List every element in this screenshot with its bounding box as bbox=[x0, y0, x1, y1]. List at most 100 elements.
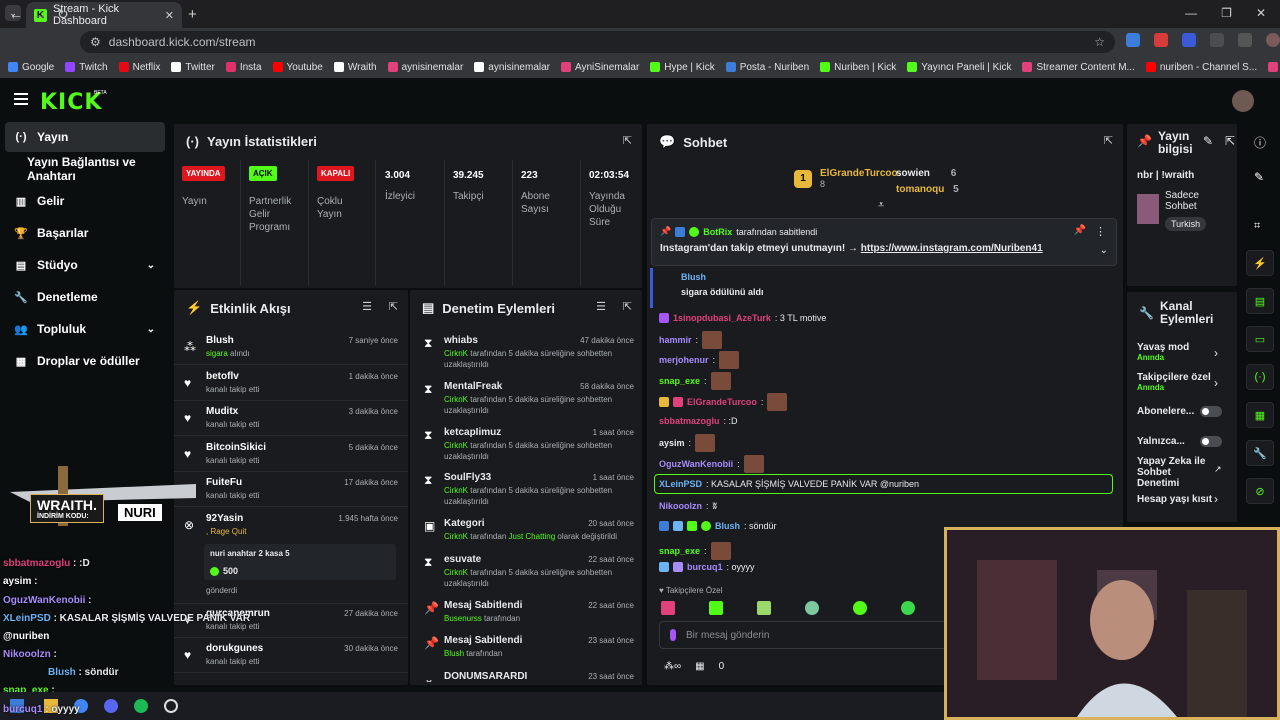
extension-icon[interactable] bbox=[1182, 33, 1196, 47]
extension-icon[interactable] bbox=[1154, 33, 1168, 47]
edit-icon[interactable]: ✎ bbox=[1254, 170, 1264, 184]
quick-action-broadcast[interactable]: (·) bbox=[1246, 364, 1274, 390]
sidebar-item-studyo[interactable]: ▤ Stüdyo ⌄ bbox=[5, 250, 165, 280]
bookmark-item[interactable]: Posta - Nuriben bbox=[725, 62, 809, 73]
emote-icon[interactable] bbox=[901, 601, 915, 615]
chat-user[interactable]: snap_exe bbox=[659, 546, 700, 556]
bookmark-item[interactable]: Twitter bbox=[171, 62, 215, 73]
unpin-icon[interactable]: 📌 bbox=[1074, 225, 1086, 236]
user-avatar[interactable] bbox=[1232, 90, 1254, 112]
bookmark-item[interactable]: Nuriben | Kick bbox=[820, 62, 896, 73]
info-icon[interactable]: ⓘ bbox=[1254, 134, 1266, 151]
quick-action-chat[interactable]: ▭ bbox=[1246, 326, 1274, 352]
sidebar-item-droplar[interactable]: ▦ Droplar ve ödüller bbox=[5, 346, 165, 376]
maximize-icon[interactable]: ❐ bbox=[1221, 6, 1232, 20]
emote-icon[interactable] bbox=[757, 601, 771, 615]
tab-close-icon[interactable]: ✕ bbox=[165, 9, 174, 22]
chat-user[interactable]: snap_exe bbox=[659, 376, 700, 386]
emote-only-toggle[interactable] bbox=[1200, 436, 1222, 447]
filter-down-icon[interactable]: ⩡ bbox=[878, 199, 884, 212]
quick-action-lightning[interactable]: ⚡ bbox=[1246, 250, 1274, 276]
chevron-right-icon[interactable]: › bbox=[1214, 492, 1218, 506]
ai-moderation-action[interactable]: Yapay Zeka ile Sohbet Denetimi bbox=[1137, 456, 1215, 489]
quick-action-notes[interactable]: ▤ bbox=[1246, 288, 1274, 314]
reload-icon[interactable]: ↻ bbox=[57, 6, 69, 23]
points-icon[interactable]: ⁂∞ bbox=[664, 661, 681, 672]
expand-icon[interactable]: ⇱ bbox=[623, 300, 632, 313]
chat-user[interactable]: ElGrandeTurcoo bbox=[687, 397, 757, 407]
filter-icon[interactable]: ☰ bbox=[596, 300, 606, 313]
more-icon[interactable]: ⋮ bbox=[1095, 225, 1106, 238]
emote-icon[interactable] bbox=[709, 601, 723, 615]
pinned-link[interactable]: https://www.instagram.com/Nuriben41 bbox=[861, 243, 1043, 254]
extension-icon[interactable] bbox=[1126, 33, 1140, 47]
chat-user[interactable]: burcuq1 bbox=[687, 562, 723, 572]
emote-icon[interactable] bbox=[853, 601, 867, 615]
chat-user[interactable]: XLeinPSD bbox=[659, 479, 702, 489]
bookmark-item[interactable]: aynisinemalar bbox=[387, 62, 463, 73]
slow-mode-action[interactable]: Yavaş mod Anında bbox=[1137, 342, 1189, 362]
chat-user[interactable]: sbbatmazoglu bbox=[659, 416, 720, 426]
chevron-right-icon[interactable]: › bbox=[1214, 376, 1218, 390]
site-info-icon[interactable]: ⚙ bbox=[90, 35, 101, 49]
account-age-action[interactable]: Hesap yaşı kısıt bbox=[1137, 494, 1212, 505]
chevron-right-icon[interactable]: › bbox=[1214, 346, 1218, 360]
expand-icon[interactable]: ⇱ bbox=[1225, 134, 1235, 148]
extensions-puzzle-icon[interactable] bbox=[1210, 33, 1224, 47]
subs-only-toggle[interactable] bbox=[1200, 406, 1222, 417]
chat-user[interactable]: hammir bbox=[659, 335, 692, 345]
chat-user[interactable]: merjohenur bbox=[659, 355, 709, 365]
chat-user[interactable]: OguzWanKenobii bbox=[659, 459, 733, 469]
emote-icon[interactable] bbox=[661, 601, 675, 615]
browser-tab[interactable]: K Stream - Kick Dashboard ✕ bbox=[26, 2, 182, 28]
quick-action-mod[interactable]: ▦ bbox=[1246, 402, 1274, 428]
bookmark-item[interactable]: Wraith bbox=[333, 62, 377, 73]
filter-icon[interactable]: ☰ bbox=[362, 300, 372, 313]
emote-icon[interactable] bbox=[805, 601, 819, 615]
bookmark-item[interactable]: aynisinemalar bbox=[474, 62, 550, 73]
menu-hamburger-icon[interactable] bbox=[14, 93, 28, 108]
expand-icon[interactable]: ⇱ bbox=[1104, 134, 1113, 147]
mic-icon[interactable] bbox=[670, 629, 676, 641]
followers-only-action[interactable]: Takipçilere özel Anında bbox=[1137, 372, 1211, 392]
sidebar-item-denetleme[interactable]: 🔧 Denetleme bbox=[5, 282, 165, 312]
chat-user[interactable]: aysim bbox=[659, 438, 685, 448]
chevron-down-icon[interactable]: ⌄ bbox=[1100, 245, 1108, 256]
spotify-icon[interactable] bbox=[134, 699, 148, 713]
bookmark-item[interactable]: Yayıncı Paneli | Kick bbox=[907, 62, 1011, 73]
bookmark-item[interactable]: Youtube bbox=[272, 62, 323, 73]
forward-icon[interactable]: → bbox=[33, 6, 47, 22]
minimize-icon[interactable]: — bbox=[1185, 6, 1197, 20]
sidebar-item-gelir[interactable]: ▥ Gelir bbox=[5, 186, 165, 216]
chest-icon[interactable]: ▦ bbox=[695, 661, 704, 672]
external-link-icon[interactable]: ↗ bbox=[1214, 464, 1222, 475]
quick-action-tools[interactable]: 🔧 bbox=[1246, 440, 1274, 466]
discord-icon[interactable] bbox=[104, 699, 118, 713]
close-window-icon[interactable]: ✕ bbox=[1256, 6, 1266, 20]
crop-icon[interactable]: ⌗ bbox=[1254, 220, 1260, 233]
profile-icon[interactable] bbox=[1266, 33, 1280, 47]
back-icon[interactable]: ← bbox=[9, 6, 23, 22]
bookmark-item[interactable]: Aynı Sinemalar - Ça... bbox=[1268, 62, 1280, 73]
edit-icon[interactable]: ✎ bbox=[1203, 134, 1213, 148]
bookmark-item[interactable]: Twitch bbox=[65, 62, 108, 73]
bookmark-item[interactable]: Streamer Content M... bbox=[1022, 62, 1135, 73]
sidebar-item-yayin[interactable]: (·) Yayın bbox=[5, 122, 165, 152]
bookmark-item[interactable]: Netflix bbox=[118, 62, 160, 73]
sidepanel-icon[interactable] bbox=[1238, 33, 1252, 47]
bookmark-item[interactable]: AyniSinemalar bbox=[561, 62, 639, 73]
sidebar-item-topluluk[interactable]: 👥 Topluluk ⌄ bbox=[5, 314, 165, 344]
expand-icon[interactable]: ⇱ bbox=[389, 300, 398, 313]
new-tab-button[interactable]: + bbox=[188, 6, 197, 23]
chat-user[interactable]: Blush bbox=[715, 521, 740, 531]
chat-user[interactable]: Nikooolzn bbox=[659, 501, 702, 511]
bookmark-star-icon[interactable]: ☆ bbox=[1094, 35, 1105, 49]
address-bar[interactable]: ⚙ dashboard.kick.com/stream ☆ bbox=[80, 31, 1115, 53]
obs-icon[interactable] bbox=[164, 699, 178, 713]
bookmark-item[interactable]: Hype | Kick bbox=[650, 62, 715, 73]
chat-user[interactable]: 1sinopdubasi_AzeTurk bbox=[673, 313, 771, 323]
bookmark-item[interactable]: Google bbox=[8, 62, 54, 73]
sidebar-item-basarilar[interactable]: 🏆 Başarılar bbox=[5, 218, 165, 248]
sidebar-item-stream-key[interactable]: Yayın Bağlantısı ve Anahtarı bbox=[5, 154, 165, 184]
expand-icon[interactable]: ⇱ bbox=[623, 134, 632, 147]
